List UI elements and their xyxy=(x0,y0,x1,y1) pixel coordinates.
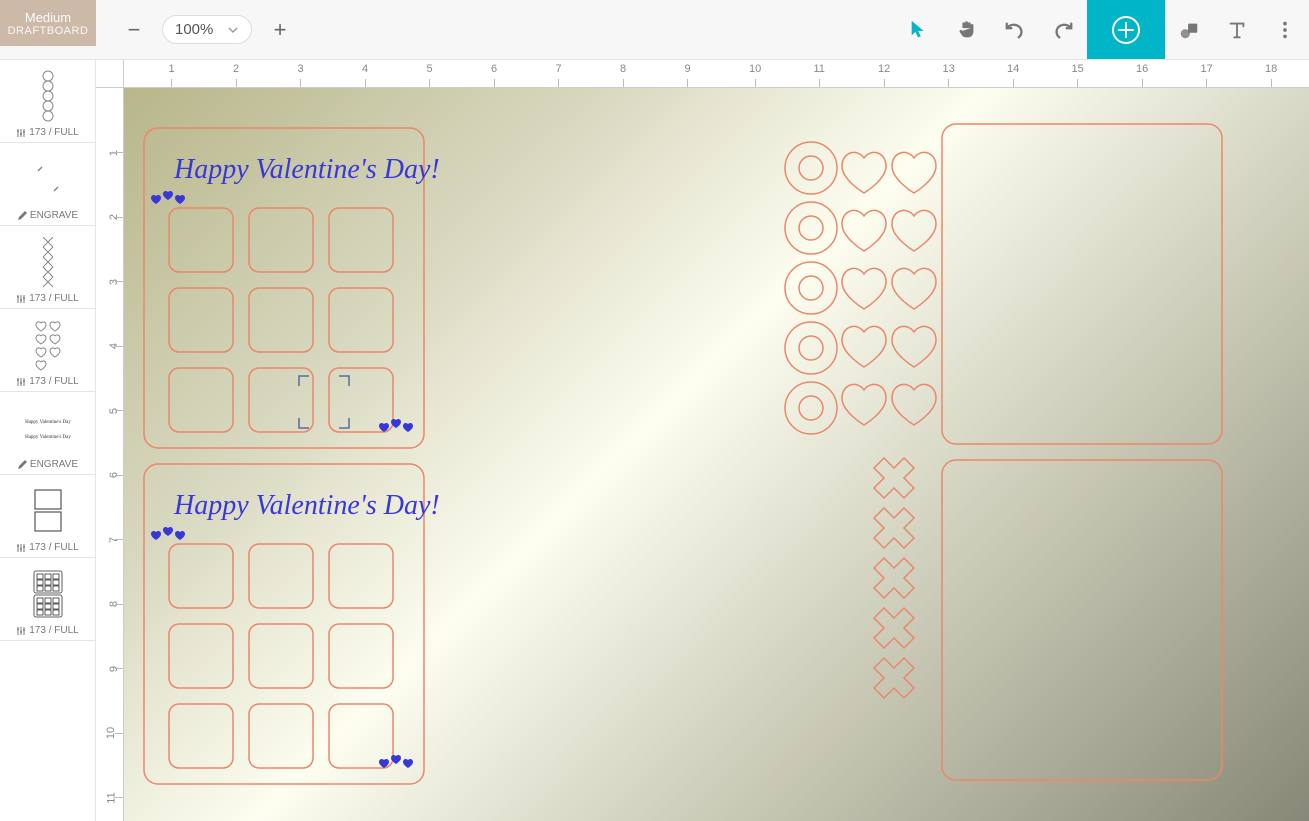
settings-icon xyxy=(16,626,26,636)
settings-icon xyxy=(16,294,26,304)
shapes-button[interactable] xyxy=(1165,0,1213,59)
layer-label: ENGRAVE xyxy=(17,459,78,470)
layer-thumb-xs xyxy=(18,234,78,289)
material-line1: Medium xyxy=(25,10,71,25)
select-tool[interactable] xyxy=(895,0,943,59)
settings-icon xyxy=(16,543,26,553)
zoom-in-button[interactable]: + xyxy=(266,16,294,44)
chevron-down-icon xyxy=(227,24,239,36)
ruler-vertical: 1234567891011 xyxy=(96,88,124,821)
layer-thumb-text: Happy Valentine's Day Happy Valentine's D… xyxy=(18,400,78,455)
layer-thumb-circles xyxy=(18,68,78,123)
valentine-text-2: Happy Valentine's Day! xyxy=(173,490,440,521)
add-button[interactable] xyxy=(1087,0,1165,59)
layer-thumb-marks xyxy=(18,151,78,206)
layers-sidebar: 173 / FULL ENGRAVE 173 xyxy=(0,60,96,821)
text-tool[interactable] xyxy=(1213,0,1261,59)
hand-icon xyxy=(956,19,978,41)
layer-item[interactable]: 173 / FULL xyxy=(0,226,95,309)
material-badge[interactable]: Medium DRAFTBOARD xyxy=(0,0,96,46)
settings-icon xyxy=(16,128,26,138)
layer-thumb-rect xyxy=(18,483,78,538)
layer-thumb-grid xyxy=(18,566,78,621)
layer-item[interactable]: 173 / FULL xyxy=(0,475,95,558)
layer-label: 173 / FULL xyxy=(16,542,78,553)
redo-button[interactable] xyxy=(1039,0,1087,59)
zoom-value: 100% xyxy=(175,21,213,38)
zoom-out-button[interactable]: − xyxy=(120,16,148,44)
more-menu[interactable] xyxy=(1261,0,1309,59)
canvas-area: 12345678910111213141516171819 1234567891… xyxy=(96,60,1309,821)
redo-icon xyxy=(1052,19,1074,41)
ruler-horizontal: 12345678910111213141516171819 xyxy=(124,60,1309,88)
layer-item[interactable]: 173 / FULL xyxy=(0,558,95,641)
layer-item[interactable]: Happy Valentine's Day Happy Valentine's D… xyxy=(0,392,95,475)
layer-label: 173 / FULL xyxy=(16,293,78,304)
top-toolbar: Medium DRAFTBOARD − 100% + xyxy=(0,0,1309,60)
layer-item[interactable]: 173 / FULL xyxy=(0,60,95,143)
layer-thumb-hearts xyxy=(18,317,78,372)
text-icon xyxy=(1226,19,1248,41)
cursor-icon xyxy=(908,19,930,41)
right-tools xyxy=(895,0,1309,59)
layer-item[interactable]: 173 / FULL xyxy=(0,309,95,392)
layer-label: ENGRAVE xyxy=(17,210,78,221)
design-canvas[interactable]: Happy Valentine's Day! Happy xyxy=(124,88,1309,821)
zoom-select[interactable]: 100% xyxy=(162,15,252,44)
layer-label: 173 / FULL xyxy=(16,625,78,636)
svg-text:Happy Valentine's Day: Happy Valentine's Day xyxy=(25,420,71,425)
layer-item[interactable]: ENGRAVE xyxy=(0,143,95,226)
hand-tool[interactable] xyxy=(943,0,991,59)
more-vertical-icon xyxy=(1274,19,1296,41)
design-overlay: Happy Valentine's Day! Happy xyxy=(124,88,1309,821)
material-line2: DRAFTBOARD xyxy=(8,25,89,37)
plus-circle-icon xyxy=(1111,15,1141,45)
svg-text:Happy Valentine's Day: Happy Valentine's Day xyxy=(25,435,71,440)
undo-button[interactable] xyxy=(991,0,1039,59)
settings-icon xyxy=(16,377,26,387)
layer-label: 173 / FULL xyxy=(16,376,78,387)
shapes-icon xyxy=(1178,19,1200,41)
undo-icon xyxy=(1004,19,1026,41)
layer-label: 173 / FULL xyxy=(16,127,78,138)
pencil-icon xyxy=(17,211,27,221)
ruler-corner xyxy=(96,60,124,88)
zoom-controls: − 100% + xyxy=(120,15,294,44)
pencil-icon xyxy=(17,460,27,470)
valentine-text-1: Happy Valentine's Day! xyxy=(173,154,440,185)
